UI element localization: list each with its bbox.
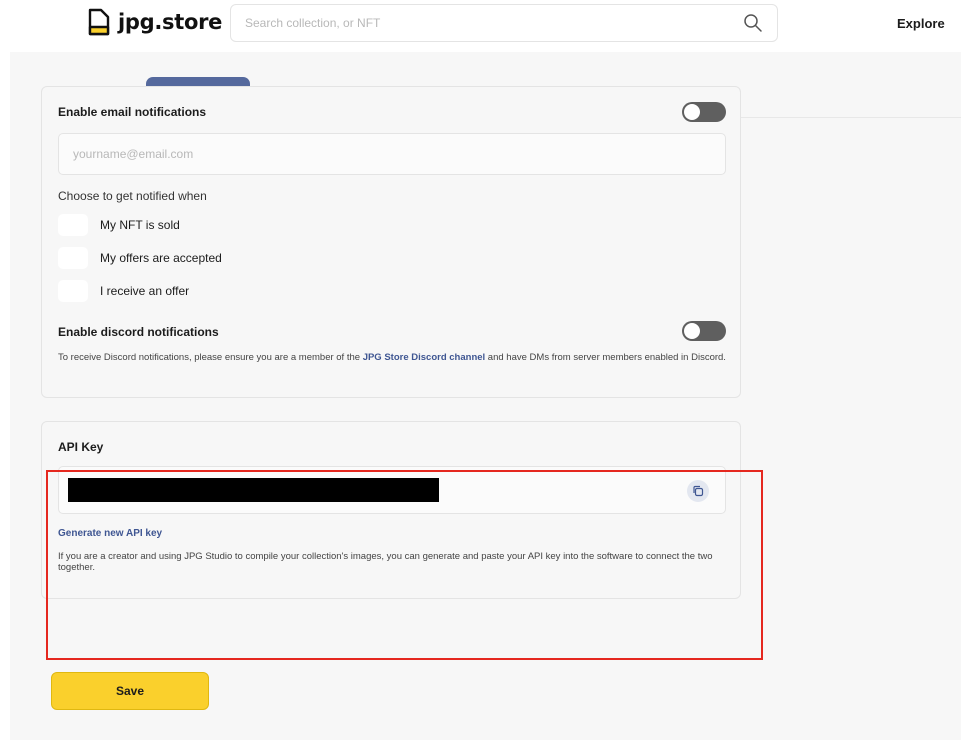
search-icon[interactable] [743,13,763,33]
logo-icon [88,8,110,36]
discord-notifications-toggle[interactable] [682,321,726,341]
api-key-title: API Key [58,440,104,454]
checkbox[interactable] [58,214,88,236]
notifications-card: Enable email notifications Choose to get… [41,86,741,398]
notify-option-offers-accepted[interactable]: My offers are accepted [58,247,222,269]
save-button[interactable]: Save [51,672,209,710]
email-notifications-label: Enable email notifications [58,105,207,119]
email-field[interactable] [58,133,726,175]
discord-description: To receive Discord notifications, please… [58,352,728,363]
notify-option-nft-sold[interactable]: My NFT is sold [58,214,180,236]
nav-explore[interactable]: Explore [897,16,945,31]
email-notifications-toggle[interactable] [682,102,726,122]
logo-text: jpg.store [118,10,223,34]
discord-channel-link[interactable]: JPG Store Discord channel [363,352,485,363]
discord-desc-prefix: To receive Discord notifications, please… [58,352,363,363]
logo[interactable]: jpg.store [88,8,222,36]
highlight-box [46,470,763,660]
notify-option-receive-offer[interactable]: I receive an offer [58,280,189,302]
discord-desc-suffix: and have DMs from server members enabled… [485,352,726,363]
top-navbar: jpg.store Explore [0,0,961,52]
checkbox[interactable] [58,247,88,269]
checkbox-label: My NFT is sold [100,218,180,232]
search-input[interactable] [245,16,763,30]
checkbox-label: My offers are accepted [100,251,222,265]
toggle-knob [684,323,700,339]
choose-notify-label: Choose to get notified when [58,189,207,203]
checkbox[interactable] [58,280,88,302]
search-bar[interactable] [230,4,778,42]
discord-notifications-label: Enable discord notifications [58,325,219,339]
checkbox-label: I receive an offer [100,284,190,298]
toggle-knob [684,104,700,120]
